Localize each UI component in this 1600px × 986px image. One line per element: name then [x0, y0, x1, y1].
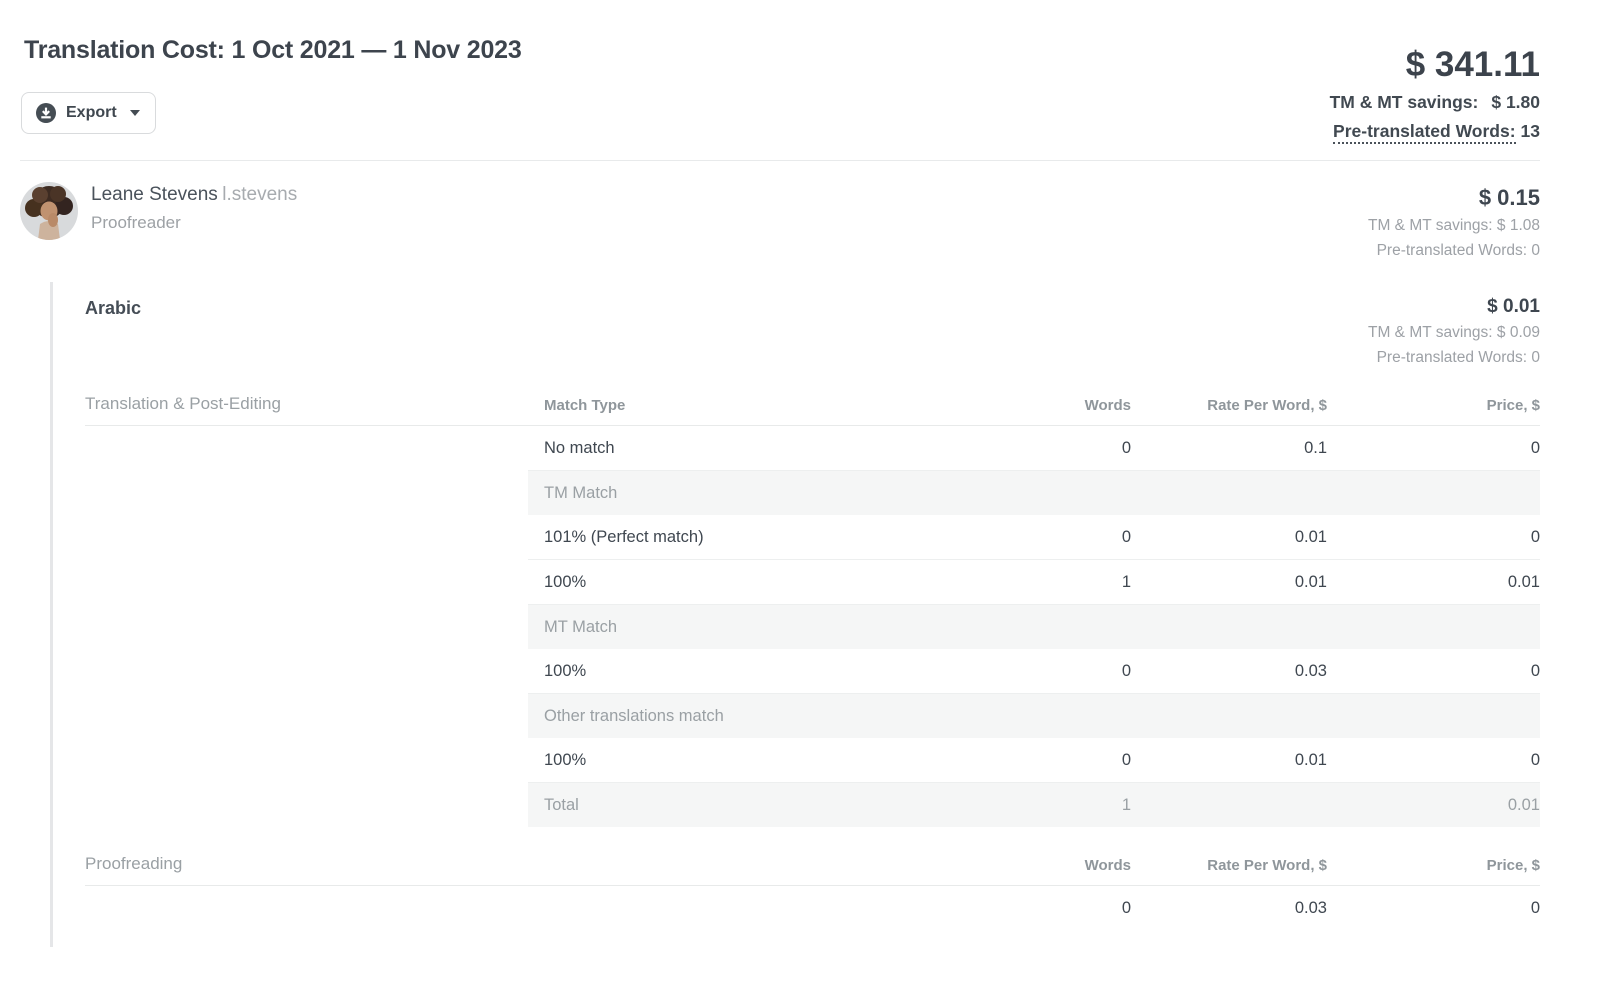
price-cell: 0: [1327, 439, 1540, 458]
match-group-row: TM Match: [528, 471, 1540, 515]
language-tm-mt-savings: TM & MT savings: $ 0.09: [1368, 324, 1540, 343]
match-group-row: MT Match: [528, 605, 1540, 649]
user-tm-mt-savings: TM & MT savings: $ 1.08: [1368, 217, 1540, 236]
service-label: Translation & Post-Editing: [85, 394, 528, 414]
rate-cell: 0.01: [1131, 573, 1327, 592]
service-label: Proofreading: [85, 854, 528, 874]
words-cell: 1: [911, 573, 1131, 592]
pretranslated-words-value: 13: [1521, 121, 1540, 141]
translation-cost-report: Translation Cost: 1 Oct 2021 — 1 Nov 202…: [0, 0, 1600, 986]
table-body: No match 0 0.1 0 TM Match 101% (Perfect …: [528, 426, 1540, 827]
user-username: l.stevens: [222, 184, 297, 205]
column-header-rate: Rate Per Word, $: [1131, 397, 1327, 414]
column-header-price: Price, $: [1327, 397, 1540, 414]
price-cell: 0: [1327, 528, 1540, 547]
table-header-row: Proofreading Words Rate Per Word, $ Pric…: [85, 854, 1540, 886]
table-row: 101% (Perfect match) 0 0.01 0: [528, 515, 1540, 560]
price-cell: 0: [1327, 899, 1540, 918]
words-cell: 0: [911, 899, 1131, 918]
rate-cell: 0.1: [1131, 439, 1327, 458]
table-row: 100% 0 0.01 0: [528, 738, 1540, 783]
language-header: Arabic $ 0.01 TM & MT savings: $ 0.09 Pr…: [85, 282, 1540, 367]
table-row: 100% 0 0.03 0: [528, 649, 1540, 694]
tm-mt-savings-label: TM & MT savings:: [1330, 92, 1479, 112]
words-cell: 1: [911, 796, 1131, 815]
page-title: Translation Cost: 1 Oct 2021 — 1 Nov 202…: [24, 36, 522, 65]
words-cell: 0: [911, 528, 1131, 547]
price-cell: 0.01: [1327, 796, 1540, 815]
pretranslated-words-tooltip[interactable]: Pre-translated Words:: [1333, 121, 1516, 144]
table-row: 0 0.03 0: [528, 886, 1540, 931]
rate-cell: 0.03: [1131, 662, 1327, 681]
column-header-words: Words: [911, 397, 1131, 414]
match-type-cell: 100%: [528, 573, 911, 592]
words-cell: 0: [911, 751, 1131, 770]
chevron-down-icon: [130, 110, 140, 116]
report-header: Translation Cost: 1 Oct 2021 — 1 Nov 202…: [20, 0, 1540, 143]
export-label: Export: [66, 104, 117, 122]
avatar: [20, 182, 78, 240]
service-proofreading: Proofreading Words Rate Per Word, $ Pric…: [85, 854, 1540, 931]
match-type-cell: No match: [528, 439, 911, 458]
match-type-cell: 100%: [528, 662, 911, 681]
total-label: Total: [528, 796, 911, 815]
rate-cell: 0.01: [1131, 751, 1327, 770]
match-group-label: MT Match: [528, 618, 911, 637]
language-name: Arabic: [85, 296, 141, 367]
match-group-row: Other translations match: [528, 694, 1540, 738]
column-header-match-type: Match Type: [528, 397, 911, 414]
match-group-label: TM Match: [528, 484, 911, 503]
tm-mt-savings-summary: TM & MT savings: $ 1.80: [1330, 92, 1540, 114]
user-role: Proofreader: [91, 213, 297, 233]
service-translation-post-editing: Translation & Post-Editing Match Type Wo…: [85, 394, 1540, 827]
user-info: Leane Stevens l.stevens Proofreader: [20, 182, 297, 260]
download-icon: [36, 103, 56, 123]
match-type-cell: 100%: [528, 751, 911, 770]
user-names: Leane Stevens l.stevens Proofreader: [91, 182, 297, 260]
user-row: Leane Stevens l.stevens Proofreader $ 0.…: [20, 161, 1540, 260]
total-row: Total 1 0.01: [528, 783, 1540, 827]
column-header-words: Words: [911, 857, 1131, 874]
rate-cell: 0.01: [1131, 528, 1327, 547]
match-type-cell: 101% (Perfect match): [528, 528, 911, 547]
table-row: 100% 1 0.01 0.01: [528, 560, 1540, 605]
words-cell: 0: [911, 662, 1131, 681]
language-pretranslated-words: Pre-translated Words: 0: [1368, 349, 1540, 368]
price-cell: 0.01: [1327, 573, 1540, 592]
column-header-price: Price, $: [1327, 857, 1540, 874]
pretranslated-words-summary: Pre-translated Words:13: [1330, 121, 1540, 143]
words-cell: 0: [911, 439, 1131, 458]
tm-mt-savings-value: $ 1.80: [1491, 92, 1540, 112]
user-pretranslated-words: Pre-translated Words: 0: [1368, 242, 1540, 261]
price-cell: 0: [1327, 662, 1540, 681]
user-total: $ 0.15: [1368, 185, 1540, 211]
user-totals: $ 0.15 TM & MT savings: $ 1.08 Pre-trans…: [1368, 182, 1540, 260]
language-totals: $ 0.01 TM & MT savings: $ 0.09 Pre-trans…: [1368, 296, 1540, 367]
language-total: $ 0.01: [1368, 296, 1540, 318]
user-name: Leane Stevens: [91, 184, 218, 205]
rate-cell: 0.03: [1131, 899, 1327, 918]
export-button[interactable]: Export: [21, 92, 156, 134]
table-row: No match 0 0.1 0: [528, 426, 1540, 471]
match-group-label: Other translations match: [528, 707, 911, 726]
table-header-row: Translation & Post-Editing Match Type Wo…: [85, 394, 1540, 426]
price-cell: 0: [1327, 751, 1540, 770]
grand-total: $ 341.11: [1330, 45, 1540, 85]
report-header-totals: $ 341.11 TM & MT savings: $ 1.80 Pre-tran…: [1330, 28, 1540, 143]
language-section-arabic: Arabic $ 0.01 TM & MT savings: $ 0.09 Pr…: [50, 282, 1540, 947]
table-body: 0 0.03 0: [528, 886, 1540, 931]
column-header-rate: Rate Per Word, $: [1131, 857, 1327, 874]
report-header-left: Translation Cost: 1 Oct 2021 — 1 Nov 202…: [20, 28, 522, 134]
